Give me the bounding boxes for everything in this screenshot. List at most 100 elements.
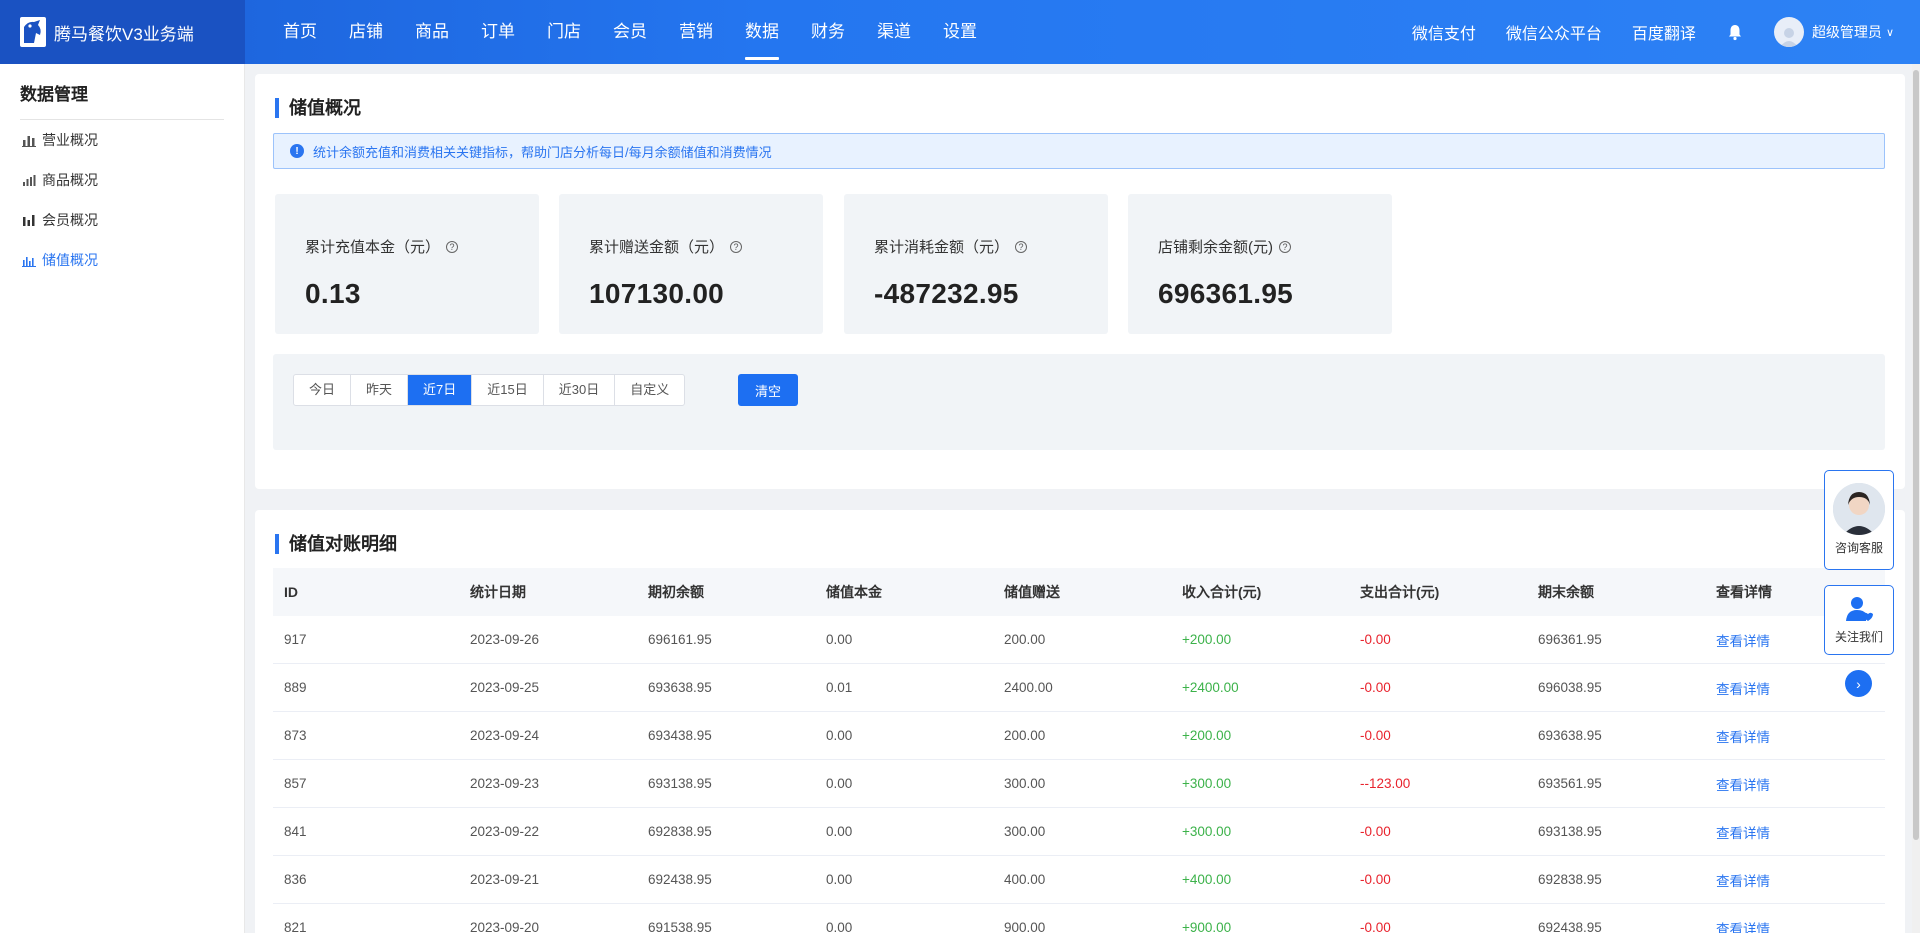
cell-date: 2023-09-26 — [470, 632, 540, 647]
cell-closing: 693638.95 — [1538, 728, 1602, 743]
filter-custom[interactable]: 自定义 — [615, 375, 684, 405]
info-icon: ! — [290, 144, 304, 158]
cell-principal: 0.00 — [826, 920, 853, 933]
sidebar: 数据管理 营业概况 商品概况 会员概况 储值概况 — [0, 64, 245, 933]
overview-panel: 储值概况 ! 统计余额充值和消费相关关键指标，帮助门店分析每日/每月余额储值和消… — [255, 74, 1905, 489]
table-row: 841 2023-09-22 692838.95 0.00 300.00 +30… — [273, 808, 1885, 856]
stat-label: 累计赠送金额（元） ? — [589, 236, 743, 257]
cell-date: 2023-09-21 — [470, 872, 540, 887]
sidebar-item-members[interactable]: 会员概况 — [0, 200, 244, 240]
nav-shop[interactable]: 店铺 — [349, 0, 383, 64]
filter-today[interactable]: 今日 — [294, 375, 352, 405]
cell-id: 873 — [284, 728, 307, 743]
cell-income: +400.00 — [1182, 872, 1232, 887]
avatar-icon — [1773, 17, 1804, 47]
customer-service-widget[interactable]: 咨询客服 — [1824, 470, 1894, 570]
table-row: 821 2023-09-20 691538.95 0.00 900.00 +90… — [273, 904, 1885, 933]
nav-orders[interactable]: 订单 — [481, 0, 515, 64]
filter-last-30-days[interactable]: 近30日 — [544, 375, 616, 405]
sidebar-item-business[interactable]: 营业概况 — [0, 120, 244, 160]
filter-yesterday[interactable]: 昨天 — [351, 375, 409, 405]
user-follow-icon — [1846, 597, 1873, 621]
help-icon[interactable]: ? — [1279, 240, 1291, 253]
service-label: 咨询客服 — [1834, 541, 1883, 555]
cell-opening: 692838.95 — [648, 824, 712, 839]
cell-gift: 200.00 — [1004, 632, 1046, 647]
cell-principal: 0.00 — [826, 824, 853, 839]
view-detail-link[interactable]: 查看详情 — [1705, 774, 1885, 794]
top-right-tools: 微信支付 微信公众平台 百度翻译 超级管理员 ∨ — [1412, 0, 1920, 64]
brand[interactable]: 腾马餐饮V3业务端 — [0, 0, 245, 64]
detail-title: 储值对账明细 — [275, 534, 397, 554]
cell-expense: -0.00 — [1360, 632, 1391, 647]
chevron-right-icon[interactable]: › — [1845, 670, 1872, 697]
overview-title: 储值概况 — [275, 98, 361, 118]
sidebar-item-label: 商品概况 — [42, 172, 98, 188]
view-detail-link[interactable]: 查看详情 — [1705, 726, 1885, 746]
cell-gift: 300.00 — [1004, 776, 1046, 791]
link-wechat-platform[interactable]: 微信公众平台 — [1506, 20, 1602, 44]
clear-button[interactable]: 清空 — [738, 374, 798, 406]
cell-closing: 692438.95 — [1538, 920, 1602, 933]
cell-expense: --123.00 — [1360, 776, 1411, 791]
cell-id: 889 — [284, 680, 307, 695]
nav-home[interactable]: 首页 — [283, 0, 317, 64]
nav-goods[interactable]: 商品 — [415, 0, 449, 64]
table-header: ID 统计日期 期初余额 储值本金 储值赠送 收入合计(元) 支出合计(元) 期… — [273, 568, 1885, 616]
link-baidu-translate[interactable]: 百度翻译 — [1632, 20, 1696, 44]
nav-members[interactable]: 会员 — [613, 0, 647, 64]
brand-title: 腾马餐饮V3业务端 — [54, 24, 194, 44]
help-icon[interactable]: ? — [1015, 240, 1028, 253]
cell-opening: 693638.95 — [648, 680, 712, 695]
cell-principal: 0.00 — [826, 872, 853, 887]
link-wechat-pay[interactable]: 微信支付 — [1412, 20, 1476, 44]
view-detail-link[interactable]: 查看详情 — [1705, 918, 1885, 933]
scrollbar-thumb[interactable] — [1913, 70, 1919, 840]
user-name: 超级管理员 — [1811, 24, 1882, 40]
nav-finance[interactable]: 财务 — [811, 0, 845, 64]
table-row: 889 2023-09-25 693638.95 0.01 2400.00 +2… — [273, 664, 1885, 712]
column-header: 储值本金 — [826, 584, 882, 600]
date-filter-bar: 今日 昨天 近7日 近15日 近30日 自定义 清空 — [273, 354, 1885, 450]
follow-us-widget[interactable]: 关注我们 — [1824, 585, 1894, 655]
cell-expense: -0.00 — [1360, 920, 1391, 933]
cell-closing: 696038.95 — [1538, 680, 1602, 695]
nav-settings[interactable]: 设置 — [943, 0, 977, 64]
help-icon[interactable]: ? — [446, 240, 459, 253]
sidebar-item-stored-value[interactable]: 储值概况 — [0, 240, 244, 280]
follow-label: 关注我们 — [1834, 630, 1883, 644]
notice-banner: ! 统计余额充值和消费相关关键指标，帮助门店分析每日/每月余额储值和消费情况 — [273, 133, 1885, 169]
chevron-down-icon: ∨ — [1885, 26, 1894, 39]
table-row: 917 2023-09-26 696161.95 0.00 200.00 +20… — [273, 616, 1885, 664]
cell-date: 2023-09-20 — [470, 920, 540, 933]
logo-icon — [20, 17, 46, 47]
cell-gift: 200.00 — [1004, 728, 1046, 743]
column-header: ID — [284, 584, 298, 600]
cell-date: 2023-09-23 — [470, 776, 540, 791]
sidebar-item-goods[interactable]: 商品概况 — [0, 160, 244, 200]
filter-last-15-days[interactable]: 近15日 — [472, 375, 544, 405]
cell-opening: 692438.95 — [648, 872, 712, 887]
nav-marketing[interactable]: 营销 — [679, 0, 713, 64]
detail-table: ID 统计日期 期初余额 储值本金 储值赠送 收入合计(元) 支出合计(元) 期… — [273, 568, 1885, 933]
nav-stores[interactable]: 门店 — [547, 0, 581, 64]
bar-chart-icon — [23, 175, 36, 186]
bell-icon[interactable] — [1726, 23, 1744, 41]
bar-chart-icon — [22, 136, 36, 147]
stat-card-remaining: 店铺剩余金额(元) ? 696361.95 — [1128, 194, 1392, 334]
stat-label: 店铺剩余金额(元) ? — [1158, 236, 1291, 257]
cell-principal: 0.00 — [826, 632, 853, 647]
stat-label-text: 店铺剩余金额(元) — [1158, 239, 1273, 256]
cell-opening: 696161.95 — [648, 632, 712, 647]
cell-income: +300.00 — [1182, 776, 1232, 791]
cell-date: 2023-09-22 — [470, 824, 540, 839]
view-detail-link[interactable]: 查看详情 — [1705, 822, 1885, 842]
filter-last-7-days[interactable]: 近7日 — [408, 375, 473, 405]
cell-closing: 693138.95 — [1538, 824, 1602, 839]
nav-data[interactable]: 数据 — [745, 0, 779, 64]
help-icon[interactable]: ? — [730, 240, 743, 253]
table-row: 873 2023-09-24 693438.95 0.00 200.00 +20… — [273, 712, 1885, 760]
view-detail-link[interactable]: 查看详情 — [1705, 870, 1885, 890]
nav-channels[interactable]: 渠道 — [877, 0, 911, 64]
user-menu[interactable]: 超级管理员 ∨ — [1773, 17, 1894, 47]
